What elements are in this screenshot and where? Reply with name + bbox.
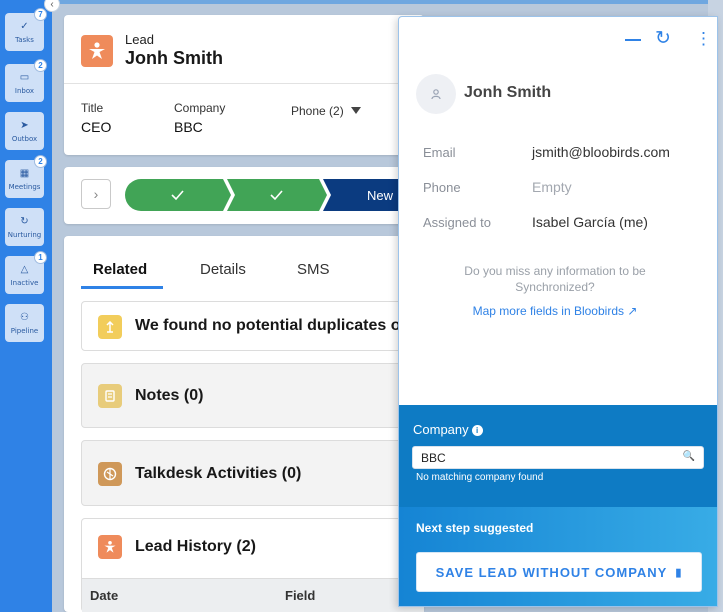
next-step-label: Next step suggested: [416, 521, 534, 535]
lead-header-card: Lead Jonh Smith Title CEO Company BBC Ph…: [64, 15, 424, 155]
extension-panel: ↻ ⋮ Jonh Smith Email jsmith@bloobirds.co…: [398, 16, 718, 607]
refresh-icon: ↻: [655, 28, 671, 49]
calendar-icon: ▦: [19, 167, 30, 179]
minimize-button[interactable]: [625, 39, 641, 41]
search-icon: 🔍: [682, 451, 695, 462]
sync-question-line2: Synchronized?: [515, 280, 595, 294]
notes-title[interactable]: Notes (0): [135, 387, 203, 405]
stage-path-card: › New: [64, 167, 424, 224]
talkdesk-title[interactable]: Talkdesk Activities (0): [135, 465, 301, 483]
notes-section[interactable]: Notes (0): [81, 363, 424, 428]
tab-related[interactable]: Related: [93, 261, 147, 278]
company-search-input[interactable]: [413, 447, 673, 468]
external-link-icon: ↗: [627, 304, 638, 318]
company-section: Companyi 🔍 No matching company found: [399, 405, 717, 507]
notes-icon: [98, 384, 122, 408]
rail-item-tasks[interactable]: ✓ Tasks 7: [5, 8, 47, 51]
count-badge: 7: [34, 8, 47, 21]
rail-item-label: Outbox: [11, 134, 38, 143]
chevron-right-icon: ›: [93, 186, 99, 202]
field-label-assigned: Assigned to: [423, 215, 491, 230]
document-icon: ▮: [675, 566, 683, 579]
refresh-button[interactable]: ↻: [655, 29, 671, 49]
field-value-phone: Empty: [532, 179, 572, 195]
path-toggle-button[interactable]: ›: [81, 179, 111, 209]
refresh-icon: ↻: [20, 215, 29, 227]
save-button-label: SAVE LEAD WITHOUT COMPANY: [435, 564, 668, 580]
count-badge: 2: [34, 59, 47, 72]
stage-completed-2[interactable]: [227, 179, 327, 211]
person-icon: [431, 89, 441, 100]
caret-down-icon[interactable]: [351, 107, 361, 114]
tab-details[interactable]: Details: [200, 261, 246, 278]
talkdesk-icon: [98, 462, 122, 486]
field-value-title: CEO: [81, 119, 112, 135]
more-options-button[interactable]: ⋮: [695, 29, 712, 49]
column-date[interactable]: Date: [90, 588, 118, 603]
field-label-email: Email: [423, 145, 456, 160]
phone-dropdown[interactable]: Phone (2): [291, 104, 344, 118]
rail-item-label: Inactive: [10, 278, 39, 287]
lead-history-title[interactable]: Lead History (2): [135, 538, 256, 556]
lead-icon: [98, 535, 122, 559]
map-fields-link[interactable]: Map more fields in Bloobirds ↗: [399, 304, 711, 318]
no-match-text: No matching company found: [416, 472, 544, 483]
sync-question: Do you miss any information to be Synchr…: [439, 263, 671, 295]
save-lead-without-company-button[interactable]: SAVE LEAD WITHOUT COMPANY ▮: [416, 552, 702, 592]
rail-item-nurturing[interactable]: ↻ Nurturing: [5, 208, 44, 246]
lead-icon: [81, 35, 113, 67]
history-table-header: Date Field: [82, 578, 424, 612]
rail-item-inbox[interactable]: ▭ Inbox 2: [5, 59, 47, 102]
rail-item-inactive[interactable]: △ Inactive 1: [5, 251, 47, 294]
chevron-left-icon: ‹: [50, 0, 54, 10]
field-label-title: Title: [81, 101, 104, 115]
map-fields-link-text[interactable]: Map more fields in Bloobirds: [473, 304, 624, 318]
top-strip: [52, 0, 723, 4]
field-label-company: Company: [174, 101, 226, 115]
info-icon[interactable]: i: [471, 425, 483, 436]
column-field[interactable]: Field: [285, 588, 315, 603]
company-label-text: Company: [413, 422, 469, 437]
rail-item-label: Tasks: [15, 35, 34, 44]
left-rail: ✓ Tasks 7 ▭ Inbox 2 ➤ Outbox ▦ Meetings …: [0, 0, 52, 612]
inbox-icon: ▭: [19, 71, 30, 83]
rail-item-meetings[interactable]: ▦ Meetings 2: [5, 155, 47, 198]
warning-icon: △: [20, 263, 29, 275]
field-value-company: BBC: [174, 119, 203, 135]
avatar: [416, 74, 456, 114]
count-badge: 1: [34, 251, 47, 264]
talkdesk-section[interactable]: Talkdesk Activities (0): [81, 440, 424, 506]
sync-question-line1: Do you miss any information to be: [464, 264, 646, 278]
stage-path: New: [125, 179, 424, 211]
check-icon: ✓: [20, 20, 29, 32]
field-value-assigned: Isabel García (me): [532, 214, 648, 230]
duplicates-text: We found no potential duplicates o: [135, 317, 401, 334]
divider: [64, 83, 424, 84]
field-value-email[interactable]: jsmith@bloobirds.com: [532, 144, 670, 160]
record-name: Jonh Smith: [125, 48, 223, 68]
send-icon: ➤: [20, 119, 29, 131]
company-search-field[interactable]: 🔍: [412, 446, 704, 469]
count-badge: 2: [34, 155, 47, 168]
stage-current-label: New: [367, 188, 394, 203]
duplicates-section: We found no potential duplicates o: [81, 301, 424, 351]
field-label-phone: Phone: [423, 180, 461, 195]
rail-item-outbox[interactable]: ➤ Outbox: [5, 112, 44, 150]
active-tab-indicator: [81, 286, 163, 289]
stage-completed-1[interactable]: [125, 179, 231, 211]
record-type: Lead: [125, 32, 154, 47]
rail-item-label: Meetings: [8, 182, 41, 191]
rail-item-label: Nurturing: [7, 230, 42, 239]
rail-item-label: Pipeline: [10, 326, 39, 335]
rail-item-label: Inbox: [14, 86, 35, 95]
related-card: Related Details SMS We found no potentia…: [64, 236, 424, 612]
tab-sms[interactable]: SMS: [297, 261, 330, 278]
company-label: Company i: [413, 422, 483, 437]
vertical-dots-icon: ⋮: [695, 29, 712, 48]
duplicate-icon: [98, 315, 122, 339]
next-step-section: Next step suggested SAVE LEAD WITHOUT CO…: [399, 507, 717, 606]
pipeline-icon: ⚇: [20, 311, 29, 323]
contact-name: Jonh Smith: [464, 84, 552, 101]
rail-item-pipeline[interactable]: ⚇ Pipeline: [5, 304, 44, 342]
